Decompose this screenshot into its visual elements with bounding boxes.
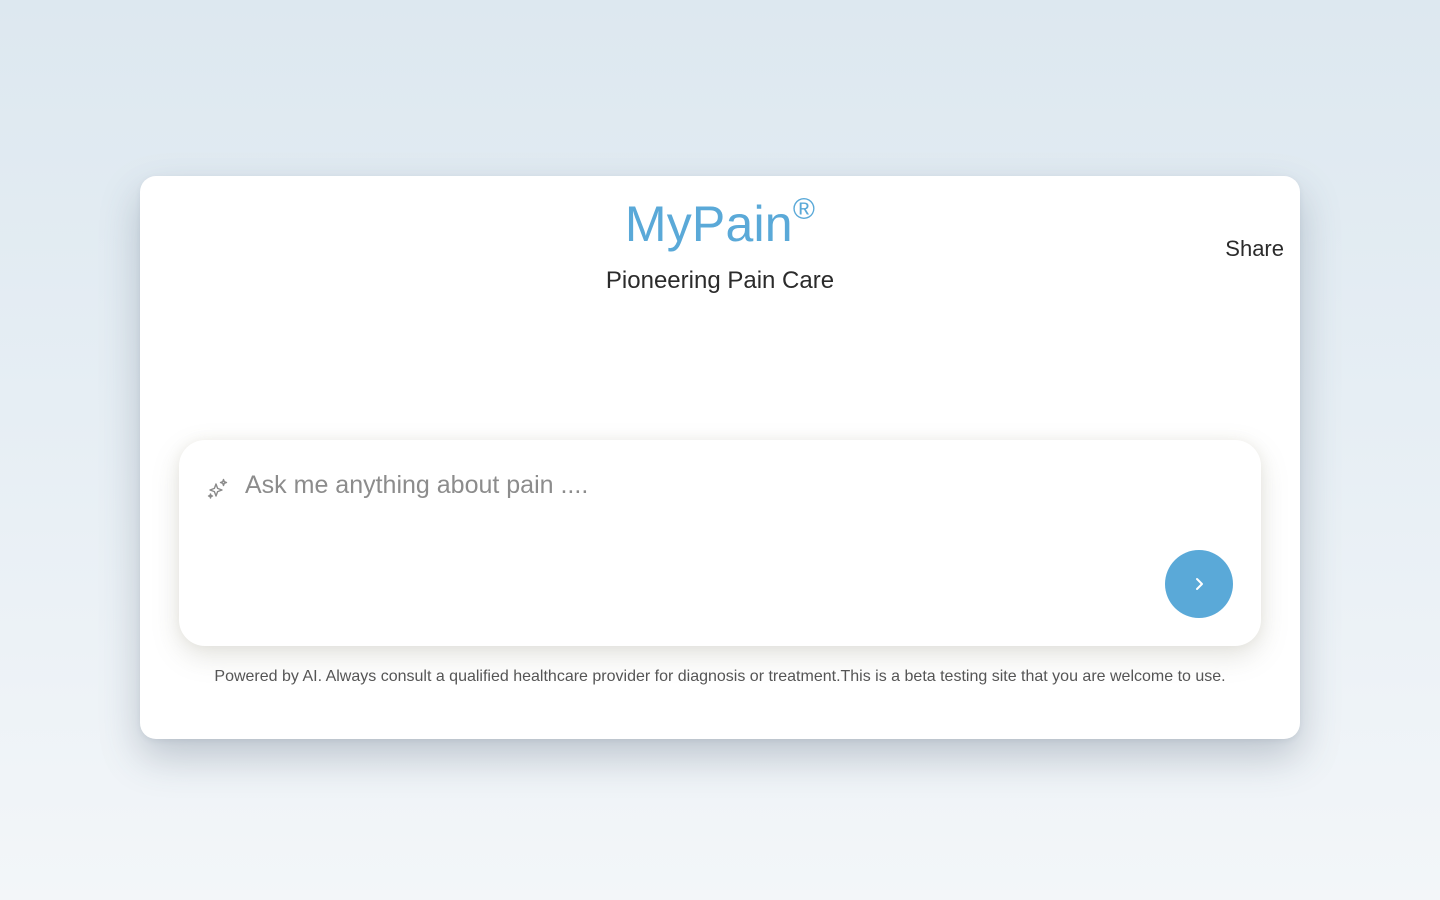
chat-input-box — [179, 440, 1261, 646]
sparkle-icon — [206, 477, 230, 501]
send-button[interactable] — [1165, 550, 1233, 618]
tagline: Pioneering Pain Care — [605, 267, 835, 294]
prompt-input[interactable] — [245, 468, 1145, 502]
chevron-right-icon — [1189, 574, 1209, 594]
disclaimer-text: Powered by AI. Always consult a qualifie… — [214, 668, 1226, 685]
share-button[interactable]: Share — [1225, 235, 1284, 263]
brand-name: MyPain — [624, 196, 793, 252]
registered-mark: ® — [792, 193, 816, 227]
main-card: MyPain® Pioneering Pain Care Share Power… — [140, 176, 1300, 739]
brand-logo: MyPain® — [140, 194, 1300, 254]
